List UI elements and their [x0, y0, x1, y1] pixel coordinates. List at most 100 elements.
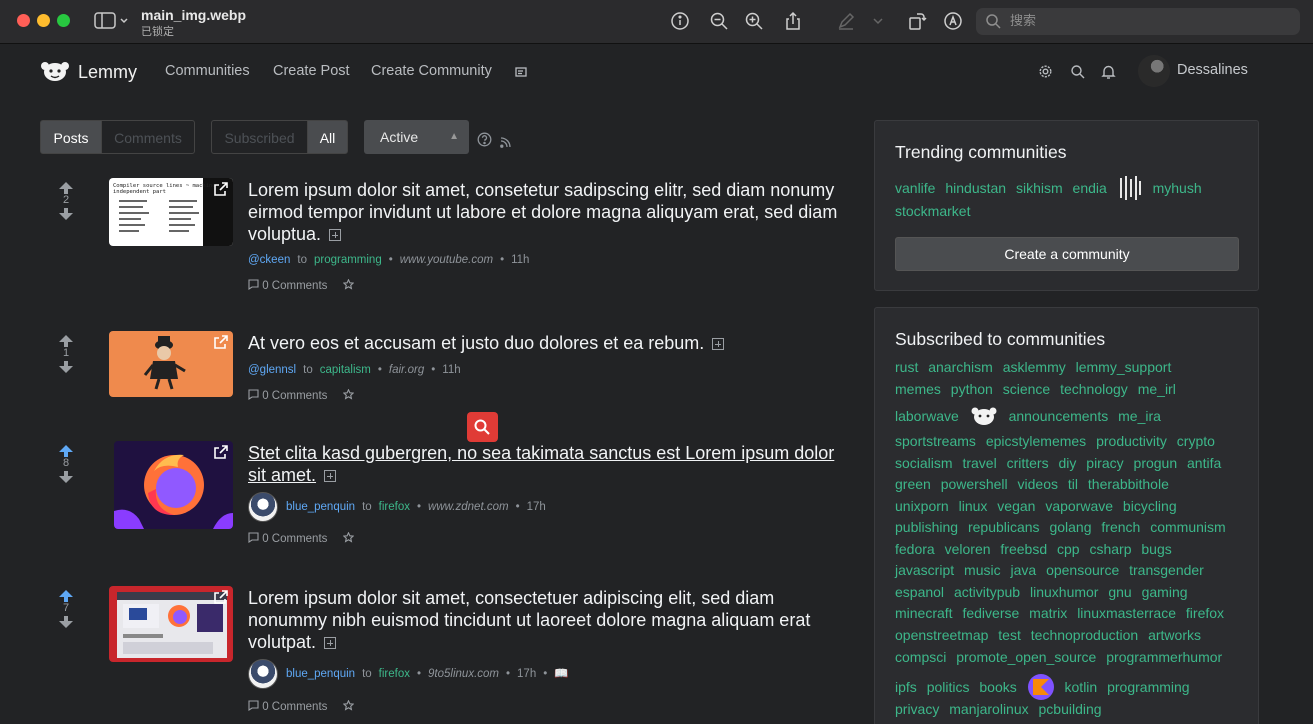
community-link[interactable]: endia [1073, 180, 1107, 196]
post-title[interactable]: Stet clita kasd gubergren, no sea takima… [248, 442, 848, 486]
community-link[interactable]: linuxmasterrace [1077, 605, 1176, 621]
notifications-bell-icon[interactable] [1101, 64, 1116, 79]
community-link[interactable]: openstreetmap [895, 627, 988, 643]
tab-posts[interactable]: Posts [40, 120, 102, 154]
post-title[interactable]: Lorem ipsum dolor sit amet, consetetur s… [248, 179, 848, 245]
community-link[interactable]: french [1101, 519, 1140, 535]
community-link[interactable]: videos [1018, 476, 1058, 492]
community-link[interactable]: manjarolinux [949, 701, 1028, 717]
lemmy-logo-icon[interactable] [40, 59, 70, 83]
community-link[interactable]: kotlin [1065, 679, 1098, 695]
community-link[interactable]: fediverse [962, 605, 1019, 621]
rss-icon[interactable] [500, 135, 511, 148]
community-link[interactable]: firefox [1186, 605, 1224, 621]
post-community-link[interactable]: firefox [379, 668, 410, 680]
community-link[interactable]: stockmarket [895, 203, 970, 219]
upvote-arrow-icon[interactable] [59, 444, 73, 457]
post-author-link[interactable]: @glennsl [248, 364, 296, 376]
community-link[interactable]: espanol [895, 584, 944, 600]
community-link[interactable]: socialism [895, 455, 953, 471]
community-link[interactable]: progun [1134, 455, 1178, 471]
upvote-arrow-icon[interactable] [59, 589, 73, 602]
share-icon[interactable] [783, 11, 803, 31]
nav-create-post-link[interactable]: Create Post [273, 63, 350, 79]
markup-pen-icon[interactable] [836, 11, 856, 31]
author-avatar[interactable] [248, 659, 278, 689]
star-icon[interactable] [342, 278, 354, 290]
community-link[interactable]: matrix [1029, 605, 1067, 621]
info-icon[interactable] [670, 11, 690, 31]
nav-create-community-link[interactable]: Create Community [371, 63, 492, 79]
community-link[interactable]: asklemmy [1003, 359, 1066, 375]
community-link[interactable]: technology [1060, 381, 1128, 397]
comments-link[interactable]: 0 Comments [262, 533, 327, 545]
community-link[interactable]: technoproduction [1031, 627, 1138, 643]
markup-icon[interactable] [943, 11, 963, 31]
search-input[interactable] [1010, 12, 1290, 31]
community-link[interactable]: til [1068, 476, 1078, 492]
help-circle-icon[interactable] [477, 132, 492, 147]
community-link[interactable]: linuxhumor [1030, 584, 1098, 600]
community-link[interactable]: books [979, 679, 1016, 695]
community-link[interactable]: promote_open_source [956, 649, 1096, 665]
downvote-arrow-icon[interactable] [59, 207, 73, 220]
downvote-arrow-icon[interactable] [59, 360, 73, 373]
expand-plus-icon[interactable] [329, 229, 342, 241]
archive-book-icon[interactable]: 📖 [554, 668, 568, 680]
expand-plus-icon[interactable] [324, 470, 337, 482]
upvote-arrow-icon[interactable] [59, 181, 73, 194]
community-link[interactable]: opensource [1046, 562, 1119, 578]
chevron-down-icon[interactable] [872, 11, 884, 31]
community-link[interactable]: bugs [1141, 541, 1171, 557]
community-link[interactable]: publishing [895, 519, 958, 535]
post-title[interactable]: Lorem ipsum dolor sit amet, consectetuer… [248, 587, 848, 653]
community-link[interactable]: politics [927, 679, 970, 695]
community-link[interactable]: test [998, 627, 1021, 643]
post-author-link[interactable]: blue_penquin [286, 668, 355, 680]
community-link[interactable]: privacy [895, 701, 939, 717]
star-icon[interactable] [342, 388, 354, 400]
community-link[interactable]: gaming [1142, 584, 1188, 600]
community-link[interactable]: piracy [1086, 455, 1123, 471]
post-community-link[interactable]: capitalism [320, 364, 371, 376]
community-link[interactable]: hindustan [945, 180, 1006, 196]
community-link[interactable]: programmerhumor [1106, 649, 1222, 665]
community-link[interactable]: artworks [1148, 627, 1201, 643]
minimize-window-button[interactable] [37, 14, 50, 27]
post-title-text[interactable]: At vero eos et accusam et justo duo dolo… [248, 333, 704, 353]
zoom-in-icon[interactable] [744, 11, 764, 31]
community-link[interactable]: freebsd [1000, 541, 1047, 557]
community-link[interactable]: powershell [941, 476, 1008, 492]
post-community-link[interactable]: firefox [379, 501, 410, 513]
community-link[interactable]: veloren [945, 541, 991, 557]
external-link-icon[interactable] [213, 334, 229, 350]
community-link[interactable]: travel [962, 455, 996, 471]
post-author-link[interactable]: @ckeen [248, 254, 290, 266]
community-link[interactable]: gnu [1108, 584, 1131, 600]
community-link[interactable]: pcbuilding [1039, 701, 1102, 717]
community-link[interactable]: me_irl [1138, 381, 1176, 397]
community-link[interactable]: unixporn [895, 498, 949, 514]
community-link[interactable]: activitypub [954, 584, 1020, 600]
upvote-arrow-icon[interactable] [59, 334, 73, 347]
star-icon[interactable] [342, 699, 354, 711]
star-icon[interactable] [342, 531, 354, 543]
community-link[interactable]: ipfs [895, 679, 917, 695]
post-thumbnail[interactable] [109, 331, 233, 397]
external-link-icon[interactable] [213, 181, 229, 197]
community-link[interactable]: myhush [1153, 180, 1202, 196]
brand-link[interactable]: Lemmy [78, 62, 137, 83]
nav-communities-link[interactable]: Communities [165, 63, 250, 79]
community-link[interactable]: republicans [968, 519, 1040, 535]
community-link[interactable]: java [1010, 562, 1036, 578]
sort-select[interactable]: Active ▲ [364, 120, 469, 154]
community-link[interactable]: crypto [1177, 433, 1215, 449]
comments-link[interactable]: 0 Comments [262, 390, 327, 402]
post-thumbnail[interactable] [109, 586, 233, 662]
community-link[interactable]: fedora [895, 541, 935, 557]
user-avatar[interactable] [1138, 55, 1170, 87]
search-field[interactable] [976, 8, 1300, 35]
community-link[interactable]: music [964, 562, 1001, 578]
community-link[interactable]: lemmy_support [1076, 359, 1172, 375]
community-link[interactable]: antifa [1187, 455, 1221, 471]
